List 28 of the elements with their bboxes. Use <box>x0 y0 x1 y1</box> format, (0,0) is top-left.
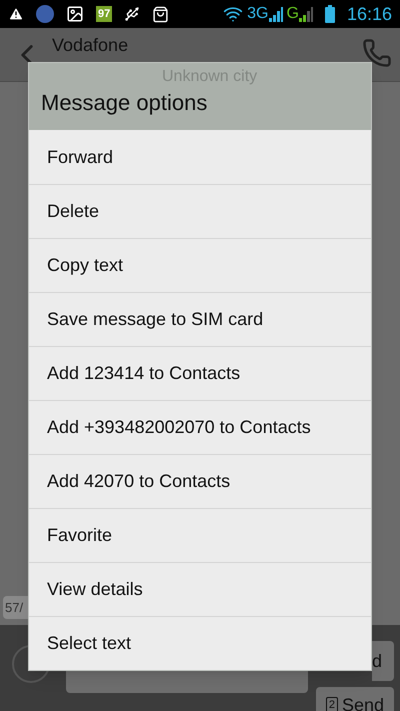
signal-icon <box>268 6 282 22</box>
send-button[interactable]: d <box>372 641 394 681</box>
contact-name: Vodafone <box>52 34 130 57</box>
clock: 16:16 <box>346 2 392 26</box>
menu-item[interactable]: Save message to SIM card <box>29 292 371 346</box>
menu-item[interactable]: Favorite <box>29 508 371 562</box>
menu-item[interactable]: Add +393482002070 to Contacts <box>29 400 371 454</box>
battery-icon <box>324 5 335 23</box>
usb-icon <box>124 6 140 22</box>
menu-item[interactable]: Select text <box>29 616 371 670</box>
character-counter: 57/ <box>3 596 28 619</box>
network-type: 3G <box>247 4 268 24</box>
battery-level-icon: 97 <box>96 6 112 22</box>
dialog-title: Message options <box>41 90 208 116</box>
bag-icon <box>152 6 170 22</box>
menu-item[interactable]: Forward <box>29 130 371 184</box>
image-icon <box>66 5 84 23</box>
menu-item[interactable]: Copy text <box>29 238 371 292</box>
menu-item[interactable]: Delete <box>29 184 371 238</box>
sim-icon: 2 <box>326 697 338 711</box>
network-type: G <box>286 4 299 24</box>
warning-icon <box>8 6 24 22</box>
send-button[interactable]: 2 Send <box>316 687 394 711</box>
phone-icon[interactable] <box>362 38 392 68</box>
menu-item[interactable]: Add 123414 to Contacts <box>29 346 371 400</box>
menu-item[interactable]: Add 42070 to Contacts <box>29 454 371 508</box>
menu-item[interactable]: View details <box>29 562 371 616</box>
signal-icon <box>298 6 313 22</box>
